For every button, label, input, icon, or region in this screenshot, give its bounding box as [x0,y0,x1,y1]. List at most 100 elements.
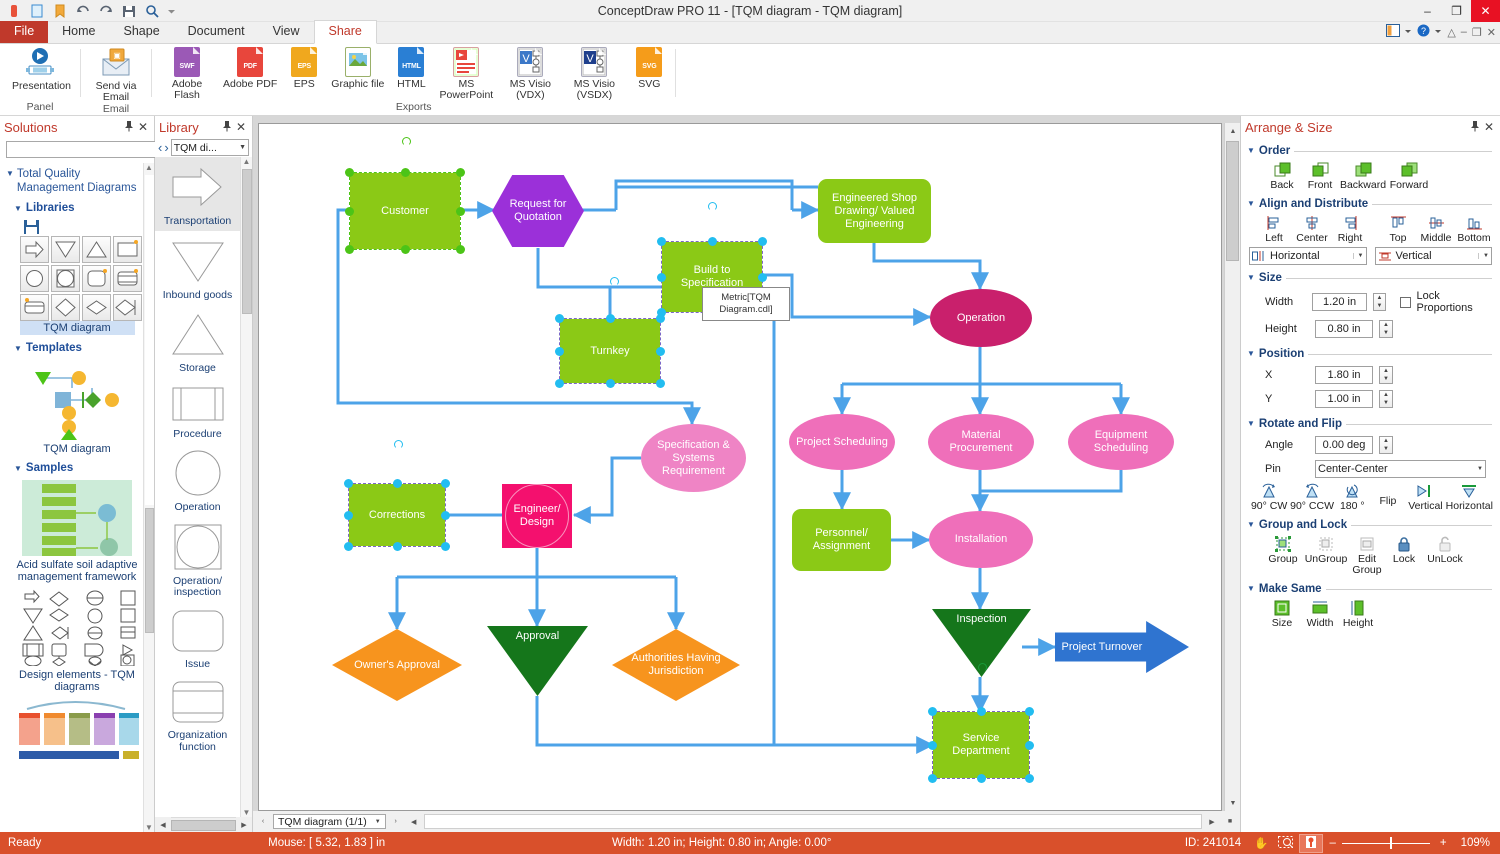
arrange-close-icon[interactable]: ✕ [1482,120,1496,134]
distribute-horizontal-combo[interactable]: Horizontal ▼ [1249,247,1367,265]
diagram-node-equipsched[interactable]: Equipment Scheduling [1068,414,1174,470]
diagram-node-installation[interactable]: Installation [929,511,1033,568]
diagram-node-approval[interactable]: Approval [487,626,588,696]
makesame-width-button[interactable]: Width [1301,600,1339,629]
diagram-node-servicedept[interactable]: Service Department [928,707,1034,783]
diagram-node-matproc[interactable]: Material Procurement [928,414,1034,470]
resize-handle[interactable] [345,168,354,177]
resize-handle[interactable] [656,346,665,356]
resize-handle[interactable] [605,379,615,388]
canvas-hscroll-left[interactable]: ◀ [405,813,422,830]
position-x-input[interactable]: 1.80 in [1315,366,1373,384]
library-item-arrow-right[interactable]: Transportation [155,157,240,231]
resize-handle[interactable] [928,707,937,716]
canvas-hscroll-right[interactable]: ▶ [1204,813,1220,830]
shape-cell-banded2[interactable] [19,294,49,321]
ribbon-tab-document[interactable]: Document [174,21,259,43]
library-prev-button[interactable]: ‹ [158,140,162,155]
shape-cell-diamond2[interactable] [81,294,111,321]
canvas-vscrollbar[interactable]: ▲ ▼ [1224,123,1240,811]
shape-cell-circle-sq[interactable] [50,265,80,292]
export-visio-vdx-button[interactable]: V MS Visio (VDX) [498,44,562,101]
library-hscroll-thumb[interactable] [171,819,236,831]
resize-handle[interactable] [344,542,353,551]
resize-handle[interactable] [555,314,564,323]
height-input[interactable]: 0.80 in [1315,320,1373,338]
page-tab[interactable]: TQM diagram (1/1) ▼ [273,814,386,829]
diagram-node-engdesign[interactable]: Engineer/ Design [502,484,572,548]
order-front-button[interactable]: Front [1301,162,1339,191]
section-size-header[interactable]: ▼ Size [1247,271,1500,285]
library-close-icon[interactable]: ✕ [234,120,248,134]
lock-proportions-checkbox[interactable] [1400,296,1411,308]
section-rotate-header[interactable]: ▼ Rotate and Flip [1247,417,1500,431]
canvas-split-button[interactable]: ■ [1222,813,1238,830]
library-pin-icon[interactable] [220,120,234,135]
section-position-header[interactable]: ▼ Position [1247,347,1500,361]
ribbon-restore-icon[interactable]: ❐ [1472,26,1482,39]
resize-handle[interactable] [656,379,665,388]
shape-cell-proc[interactable] [112,236,142,263]
resize-handle[interactable] [441,510,450,520]
align-right-button[interactable]: Right [1331,215,1369,244]
layout-icon[interactable] [1386,24,1401,40]
resize-handle[interactable] [1025,774,1034,783]
export-powerpoint-button[interactable]: MS PowerPoint [434,44,498,101]
resize-handle[interactable] [456,168,465,177]
diagram-node-specsys[interactable]: Specification & Systems Requirement [641,424,746,492]
window-close-button[interactable]: ✕ [1471,0,1500,22]
resize-handle[interactable] [345,206,354,216]
section-makesame-header[interactable]: ▼ Make Same [1247,582,1500,596]
align-center-button[interactable]: Center [1293,215,1331,244]
resize-handle[interactable] [657,237,666,246]
makesame-size-button[interactable]: Size [1263,600,1301,629]
diagram-node-authorities[interactable]: Authorities Having Jurisdiction [612,629,740,701]
library-item-circle[interactable]: Operation [155,443,240,517]
order-backward-button[interactable]: Backward [1339,162,1387,191]
resize-handle[interactable] [605,314,615,323]
rotate-90ccw-button[interactable]: 90° CCW [1289,483,1335,512]
resize-handle[interactable] [758,237,767,246]
position-x-stepper[interactable]: ▲ ▼ [1379,366,1393,384]
diagram-node-rfq[interactable]: Request for Quotation [492,175,584,247]
solutions-section-samples[interactable]: ▼ Samples [14,462,148,476]
shape-cell-arrow[interactable] [19,236,49,263]
angle-input[interactable]: 0.00 deg [1315,436,1373,454]
order-forward-button[interactable]: Forward [1387,162,1431,191]
group-button[interactable]: Group [1263,536,1303,576]
library-scrollbar[interactable]: ▲ ▼ [240,157,252,817]
align-top-button[interactable]: Top [1379,215,1417,244]
library-item-circle-in-square[interactable]: Operation/ inspection [155,517,240,602]
library-hscrollbar[interactable]: ◀ ▶ [155,817,252,833]
solutions-section-templates[interactable]: ▼ Templates [14,342,148,356]
chevron-down-icon[interactable]: ▼ [1478,253,1489,259]
resize-handle[interactable] [400,245,410,254]
resize-handle[interactable] [656,314,665,323]
hand-tool-icon[interactable]: ✋ [1249,836,1273,850]
canvas-hscroll-track[interactable] [423,814,1202,829]
zoom-slider[interactable] [1341,836,1434,850]
diagram-node-turnkey[interactable]: Turnkey [555,314,665,388]
arrange-pin-icon[interactable] [1468,120,1482,135]
export-visio-vsdx-button[interactable]: V MS Visio (VSDX) [562,44,626,101]
canvas-scroll-down[interactable]: ▼ [1225,795,1240,811]
resize-handle[interactable] [976,707,986,716]
zoom-out-button[interactable]: – [1323,837,1341,849]
width-input[interactable]: 1.20 in [1312,293,1367,311]
shape-cell-triangle-up[interactable] [81,236,111,263]
resize-handle[interactable] [1025,707,1034,716]
solutions-pin-icon[interactable] [122,120,136,135]
help-dropdown-icon[interactable] [1435,25,1442,40]
lock-button[interactable]: Lock [1385,536,1423,576]
library-item-rounded-rect[interactable]: Issue [155,602,240,674]
align-left-button[interactable]: Left [1255,215,1293,244]
resize-handle[interactable] [456,245,465,254]
resize-handle[interactable] [976,774,986,783]
page-tab-prev[interactable]: ‹ [255,813,271,830]
canvas-scroll-up[interactable]: ▲ [1225,123,1240,139]
diagram-node-engshop[interactable]: Engineered Shop Drawing/ Valued Engineer… [818,179,931,243]
export-swf-button[interactable]: SWF Adobe Flash [155,44,219,101]
ribbon-collapse-icon[interactable]: △ [1447,26,1455,39]
solutions-section-libraries[interactable]: ▼ Libraries [14,202,148,216]
ribbon-minimize-icon[interactable]: – [1461,26,1467,38]
